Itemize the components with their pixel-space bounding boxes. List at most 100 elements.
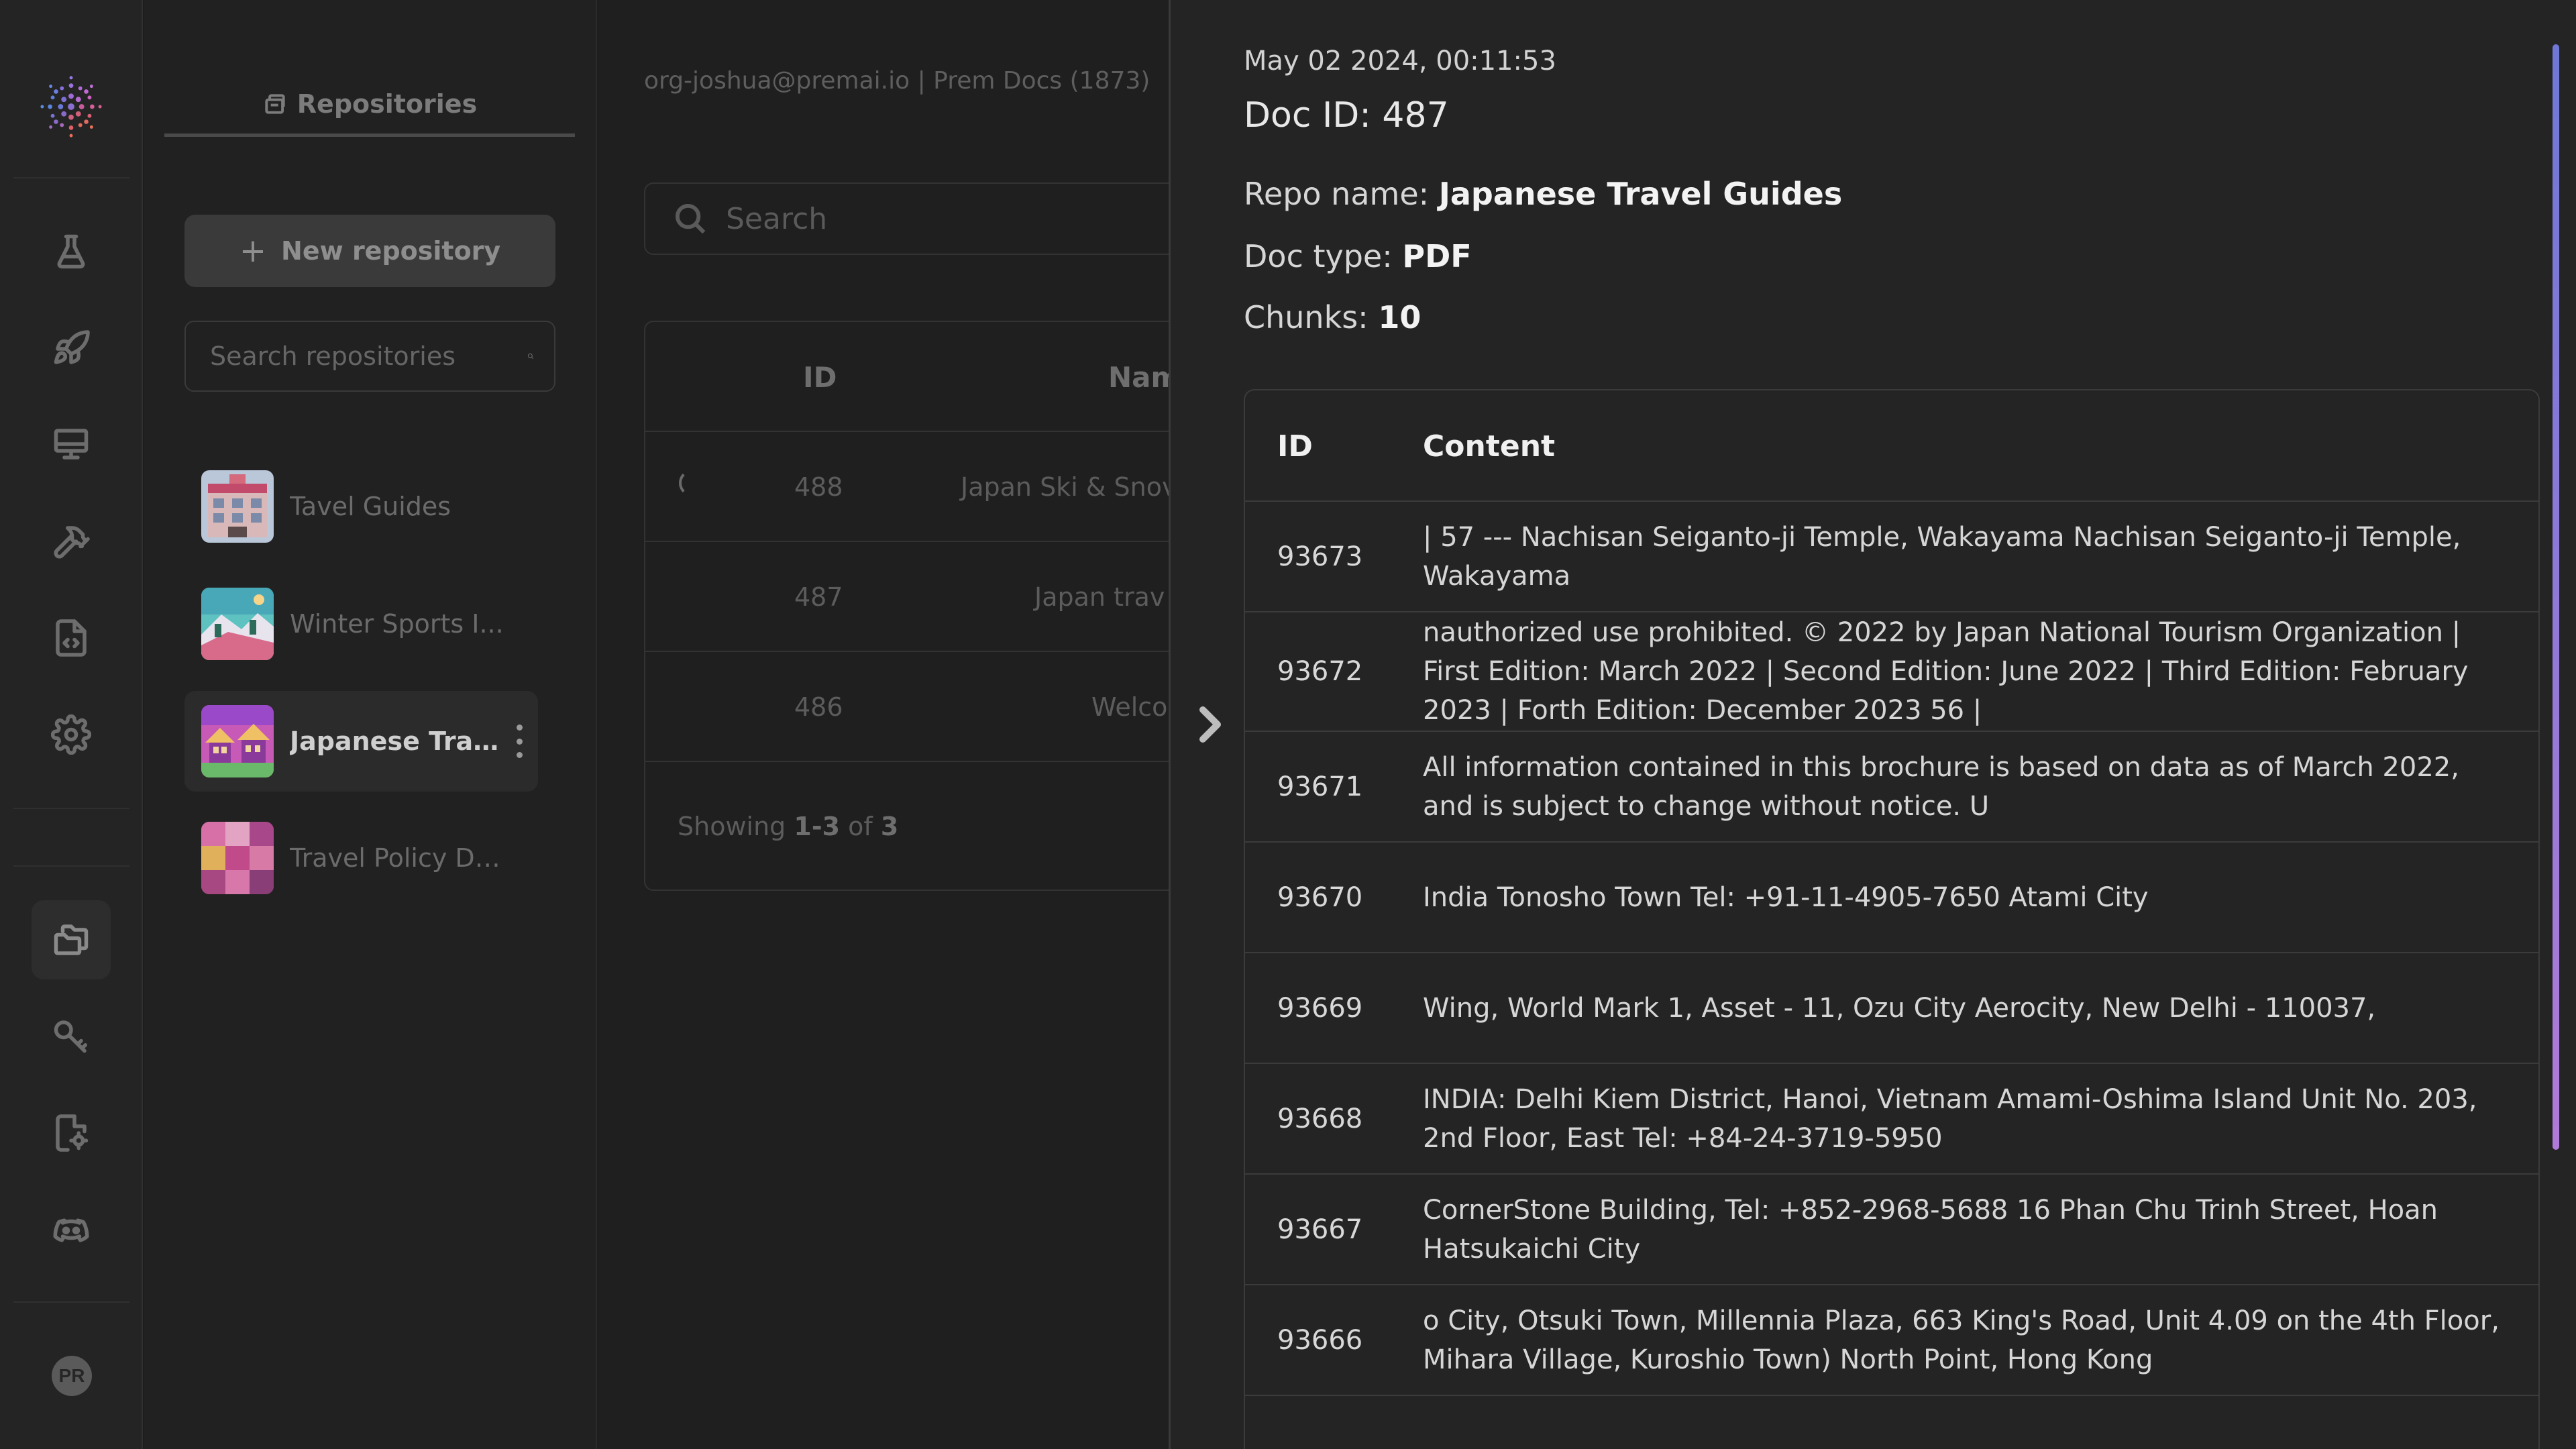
new-repository-button[interactable]: + New repository — [184, 215, 555, 287]
chunk-content: o City, Otsuki Town, Millennia Plaza, 66… — [1423, 1305, 2500, 1375]
loading-spinner-icon — [679, 470, 706, 496]
settings-gear-icon[interactable] — [32, 695, 111, 774]
search-icon — [675, 203, 706, 234]
collapse-drawer-button[interactable] — [1191, 698, 1231, 751]
repository-name: Travel Policy Do... — [290, 843, 504, 873]
monitor-icon[interactable] — [32, 405, 111, 484]
chunk-id: 93673 — [1277, 541, 1363, 572]
repository-stack-icon — [265, 93, 285, 114]
chunk-id: 93669 — [1277, 992, 1363, 1024]
table-header: ID Nam — [645, 322, 1246, 432]
chunk-id: 93671 — [1277, 771, 1363, 802]
icon-rail: PR — [0, 0, 143, 1449]
documents-table: ID Nam 488 Japan Ski & Snov 487 Japan tr… — [644, 321, 1248, 891]
drawer-scrollbar[interactable] — [2553, 44, 2559, 1150]
repository-thumbnail — [201, 822, 274, 894]
document-detail-drawer: May 02 2024, 00:11:53 Doc ID: 487 Repo n… — [1169, 0, 2576, 1449]
table-row[interactable]: 93671 All information contained in this … — [1245, 732, 2538, 843]
chunk-content: Wing, World Mark 1, Asset - 11, Ozu City… — [1423, 992, 2376, 1024]
document-timestamp: May 02 2024, 00:11:53 — [1244, 46, 1556, 76]
chunk-id: 93666 — [1277, 1324, 1363, 1356]
row-name: Welco — [1091, 692, 1168, 722]
plus-icon: + — [239, 232, 267, 270]
rail-divider — [13, 808, 129, 809]
chunks-table: ID Content 93673 | 57 --- Nachisan Seiga… — [1244, 389, 2540, 1449]
repo-name-value: Japanese Travel Guides — [1438, 176, 1843, 212]
app-root: PR Repositories + New repository Search … — [0, 0, 2576, 1449]
column-header-id[interactable]: ID — [803, 361, 837, 394]
user-avatar[interactable]: PR — [52, 1356, 92, 1396]
repository-search-box — [184, 321, 555, 392]
table-row[interactable]: 93669 Wing, World Mark 1, Asset - 11, Oz… — [1245, 953, 2538, 1064]
doc-type-value: PDF — [1402, 238, 1472, 274]
chunk-id: 93670 — [1277, 881, 1363, 913]
doc-type-row: Doc type: PDF — [1244, 238, 1472, 274]
row-id: 486 — [794, 692, 843, 722]
rail-divider — [13, 177, 129, 178]
experiment-flask-icon[interactable] — [32, 212, 111, 291]
repositories-folder-icon[interactable] — [32, 900, 111, 979]
repositories-tab[interactable]: Repositories — [164, 74, 575, 137]
repository-item[interactable]: Tavel Guides — [184, 456, 538, 557]
chunks-row: Chunks: 10 — [1244, 299, 1421, 335]
chunk-id: 93668 — [1277, 1103, 1363, 1134]
documents-search-box[interactable]: Search — [644, 182, 1248, 255]
chunk-content: CornerStone Building, Tel: +852-2968-568… — [1423, 1194, 2438, 1265]
pagination-range: 1-3 — [794, 812, 841, 841]
search-icon[interactable] — [527, 338, 534, 374]
chunk-id: 93672 — [1277, 656, 1363, 687]
repo-name-row: Repo name: Japanese Travel Guides — [1244, 176, 1842, 212]
table-row[interactable]: 488 Japan Ski & Snov — [645, 432, 1246, 542]
repository-name: Tavel Guides — [290, 492, 451, 521]
repository-thumbnail — [201, 588, 274, 660]
documents-main: org-joshua@premai.io | Prem Docs (1873) … — [598, 0, 1248, 1449]
column-header-id: ID — [1277, 429, 1313, 464]
table-row[interactable]: 93670 India Tonosho Town Tel: +91-11-490… — [1245, 843, 2538, 953]
discord-icon[interactable] — [32, 1190, 111, 1269]
repository-item[interactable]: Winter Sports I... — [184, 574, 538, 674]
table-row[interactable]: 486 Welco — [645, 652, 1246, 762]
prem-logo[interactable] — [38, 74, 104, 140]
repository-item[interactable]: Travel Policy Do... — [184, 808, 538, 908]
table-row[interactable]: 93673 | 57 --- Nachisan Seiganto-ji Temp… — [1245, 502, 2538, 612]
row-id: 488 — [794, 472, 843, 502]
breadcrumb: org-joshua@premai.io | Prem Docs (1873) — [644, 67, 1150, 95]
repo-name-label: Repo name: — [1244, 176, 1439, 212]
table-header: ID Content — [1245, 390, 2538, 502]
row-name: Japan Ski & Snov — [961, 472, 1177, 502]
hammer-icon[interactable] — [32, 502, 111, 581]
table-row[interactable]: 487 Japan trav — [645, 542, 1246, 652]
repository-name: Japanese Trave... — [290, 727, 504, 756]
more-options-icon[interactable] — [517, 724, 523, 758]
repositories-panel: Repositories + New repository Search rep… — [144, 0, 597, 1449]
chunk-content: INDIA: Delhi Kiem District, Hanoi, Vietn… — [1423, 1083, 2477, 1154]
document-settings-icon[interactable] — [32, 1093, 111, 1173]
repository-search-input[interactable] — [210, 341, 527, 371]
table-row[interactable]: 93666 o City, Otsuki Town, Millennia Pla… — [1245, 1285, 2538, 1396]
column-header-content: Content — [1423, 429, 1556, 464]
chunk-content: | 57 --- Nachisan Seiganto-ji Temple, Wa… — [1423, 521, 2461, 592]
table-row[interactable]: 93672 nauthorized use prohibited. © 2022… — [1245, 612, 2538, 732]
repositories-tab-label: Repositories — [297, 89, 478, 119]
pagination-mid: of — [840, 812, 881, 841]
row-name: Japan trav — [1034, 582, 1165, 612]
table-row[interactable]: 93668 INDIA: Delhi Kiem District, Hanoi,… — [1245, 1064, 2538, 1175]
pagination-prefix: Showing — [678, 812, 794, 841]
pagination-total: 3 — [880, 812, 899, 841]
rail-divider — [13, 1301, 129, 1303]
pagination-summary: Showing 1-3 of 3 — [678, 812, 898, 841]
chunks-label: Chunks: — [1244, 299, 1379, 335]
repository-thumbnail — [201, 470, 274, 543]
chunk-id: 93667 — [1277, 1214, 1363, 1245]
key-icon[interactable] — [32, 996, 111, 1075]
chevron-right-icon — [1199, 706, 1221, 743]
repository-item-active[interactable]: Japanese Trave... — [184, 691, 538, 792]
code-file-icon[interactable] — [32, 598, 111, 678]
row-id: 487 — [794, 582, 843, 612]
table-row[interactable]: 93667 CornerStone Building, Tel: +852-29… — [1245, 1175, 2538, 1285]
new-repository-label: New repository — [281, 236, 501, 266]
chunk-content: nauthorized use prohibited. © 2022 by Ja… — [1423, 617, 2469, 726]
chunk-content: All information contained in this brochu… — [1423, 751, 2459, 822]
chunk-content: India Tonosho Town Tel: +91-11-4905-7650… — [1423, 881, 2149, 913]
rocket-icon[interactable] — [32, 309, 111, 388]
